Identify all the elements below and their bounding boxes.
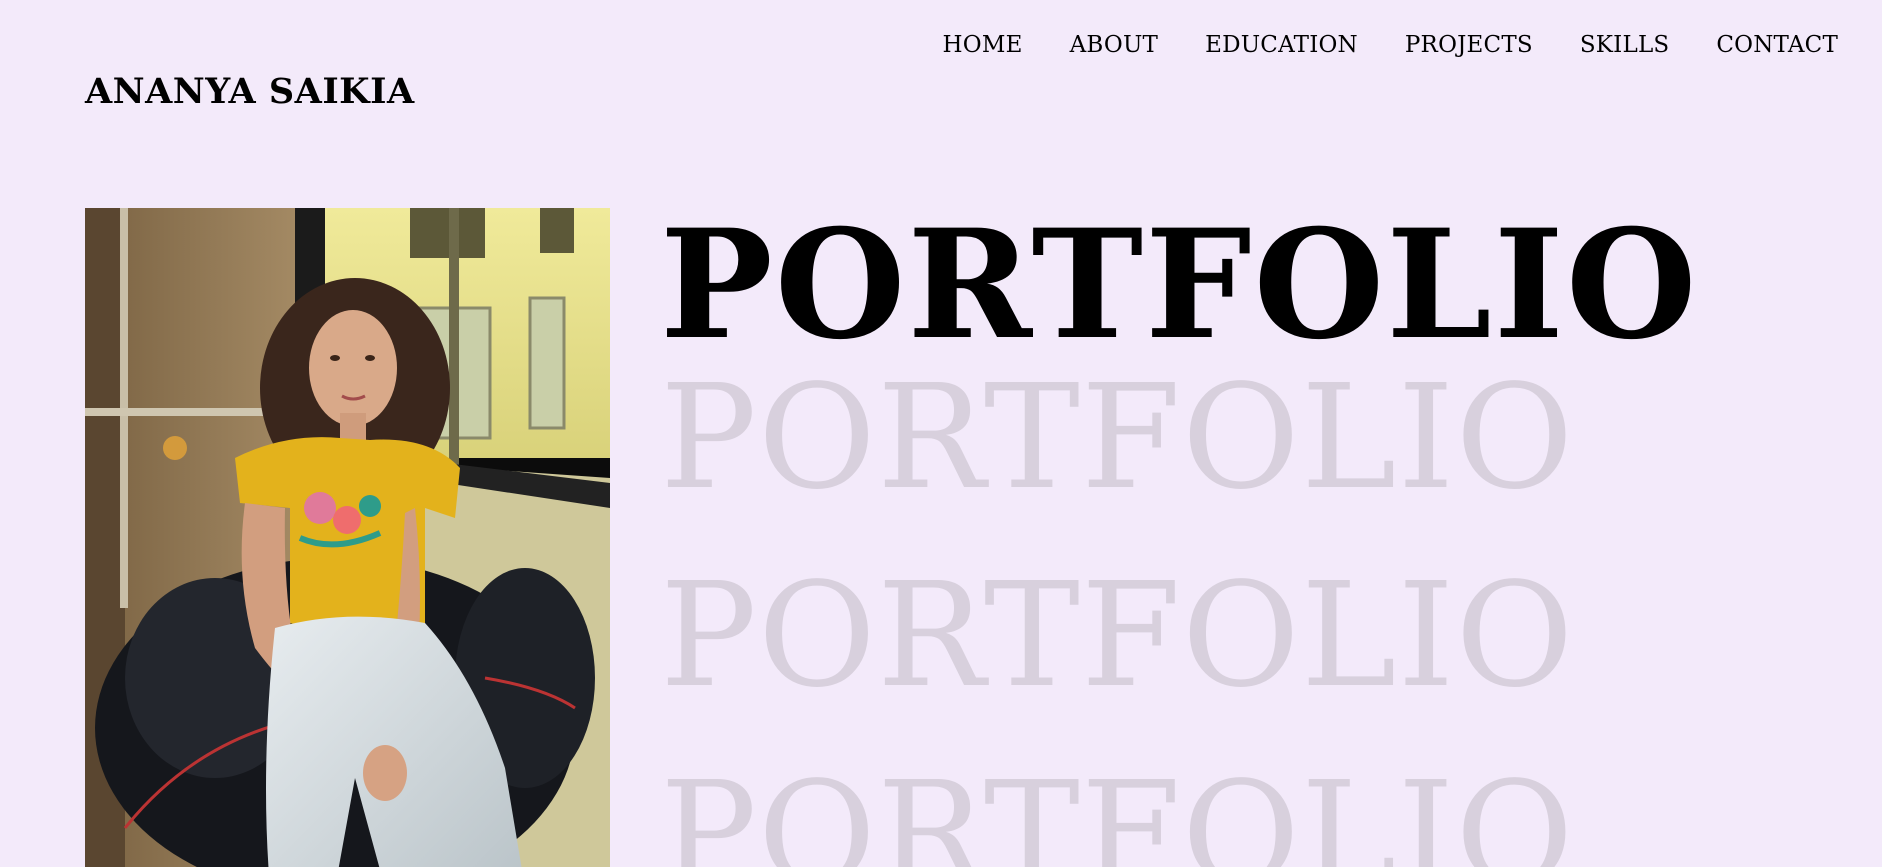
nav-projects[interactable]: PROJECTS <box>1405 28 1533 62</box>
nav-skills[interactable]: SKILLS <box>1580 28 1670 62</box>
hero-echo-text: PORTFOLIO <box>660 750 1575 867</box>
main-nav: HOME ABOUT EDUCATION PROJECTS SKILLS CON… <box>943 28 1839 62</box>
hero-echo-text: PORTFOLIO <box>660 551 1575 719</box>
portfolio-page: ANANYA SAIKIA HOME ABOUT EDUCATION PROJE… <box>0 0 1882 867</box>
site-brand[interactable]: ANANYA SAIKIA <box>85 68 415 116</box>
nav-about[interactable]: ABOUT <box>1070 28 1159 62</box>
hero-title: PORTFOLIO <box>660 197 1699 373</box>
nav-home[interactable]: HOME <box>943 28 1023 62</box>
nav-education[interactable]: EDUCATION <box>1205 28 1358 62</box>
profile-photo <box>85 208 610 867</box>
nav-contact[interactable]: CONTACT <box>1716 28 1838 62</box>
hero-echo-text: PORTFOLIO <box>660 353 1575 521</box>
